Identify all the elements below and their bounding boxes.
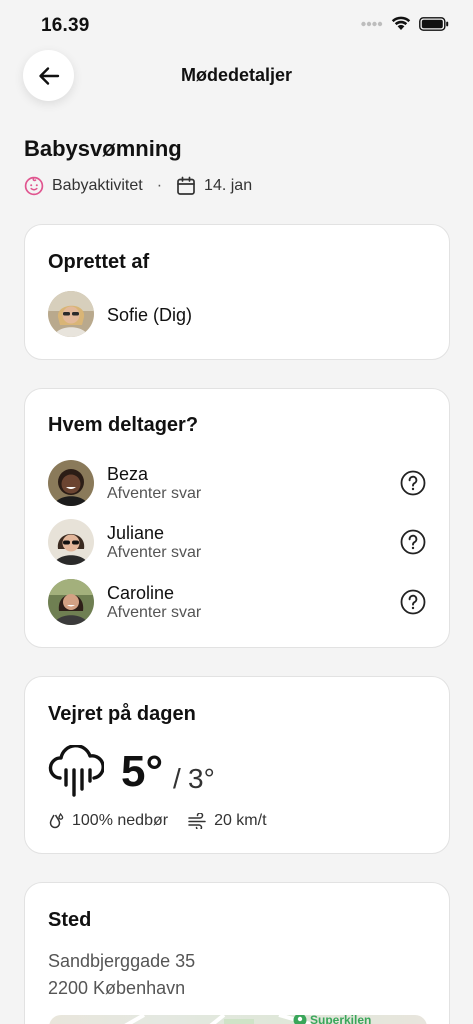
- location-card: Sted Sandbjerggade 35 2200 København Sup…: [24, 882, 450, 1024]
- weather-card: Vejret på dagen 5° / 3° 100% nedbør 20 k…: [24, 676, 450, 854]
- participant-name: Caroline: [107, 583, 175, 603]
- event-category: Babyaktivitet: [52, 177, 143, 194]
- weather-card-title: Vejret på dagen: [48, 703, 196, 725]
- creator-card-title: Oprettet af: [48, 251, 150, 273]
- creator-name: Sofie (Dig): [107, 305, 193, 325]
- avatar: [48, 291, 94, 337]
- participants-card: Hvem deltager? Beza Afventer svar Julian…: [24, 388, 450, 648]
- address-line-2: 2200 København: [48, 978, 186, 998]
- wind-icon: [188, 813, 208, 829]
- battery-icon: [419, 16, 449, 31]
- map-pin-icon: [293, 1015, 307, 1024]
- nav-title: Mødedetaljer: [180, 65, 293, 85]
- baby-icon: [24, 176, 44, 196]
- question-icon[interactable]: [400, 529, 426, 555]
- avatar: [48, 460, 94, 506]
- nav-bar: Mødedetaljer: [0, 50, 473, 102]
- status-time: 16.39: [41, 15, 90, 36]
- question-icon[interactable]: [400, 589, 426, 615]
- droplet-icon: [48, 812, 66, 830]
- address-line-1: Sandbjerggade 35: [48, 951, 196, 971]
- meta-separator: ·: [156, 177, 163, 194]
- location-card-title: Sted: [48, 909, 92, 931]
- temperature-high: 5°: [121, 747, 164, 796]
- temperature-low: 3°: [188, 763, 215, 794]
- rain-cloud-icon: [48, 745, 104, 797]
- event-meta: Babyaktivitet · 14. jan: [24, 175, 252, 197]
- participant-name: Beza: [107, 464, 149, 484]
- avatar: [48, 519, 94, 565]
- wind-value: 20 km/t: [214, 812, 267, 829]
- signal-icon: [361, 21, 383, 26]
- event-date: 14. jan: [204, 177, 253, 194]
- participants-card-title: Hvem deltager?: [48, 414, 199, 436]
- creator-card: Oprettet af Sofie (Dig): [24, 224, 450, 360]
- map-preview[interactable]: Superkilen: [49, 1015, 427, 1024]
- weather-stats: 100% nedbør 20 km/t: [48, 812, 267, 830]
- calendar-icon: [176, 176, 196, 196]
- participant-status: Afventer svar: [107, 544, 202, 561]
- participant-status: Afventer svar: [107, 485, 202, 502]
- participant-name: Juliane: [107, 523, 165, 543]
- participant-status: Afventer svar: [107, 604, 202, 621]
- precipitation-value: 100% nedbør: [72, 812, 169, 829]
- avatar: [48, 579, 94, 625]
- status-bar: 16.39: [0, 0, 473, 50]
- question-icon[interactable]: [400, 470, 426, 496]
- map-poi-label: Superkilen: [310, 1015, 372, 1024]
- status-icons: [361, 16, 449, 31]
- page-title: Babysvømning: [24, 136, 182, 161]
- wifi-icon: [391, 16, 411, 30]
- temperature-separator: /: [173, 763, 181, 794]
- map-poi[interactable]: Superkilen: [293, 1015, 371, 1024]
